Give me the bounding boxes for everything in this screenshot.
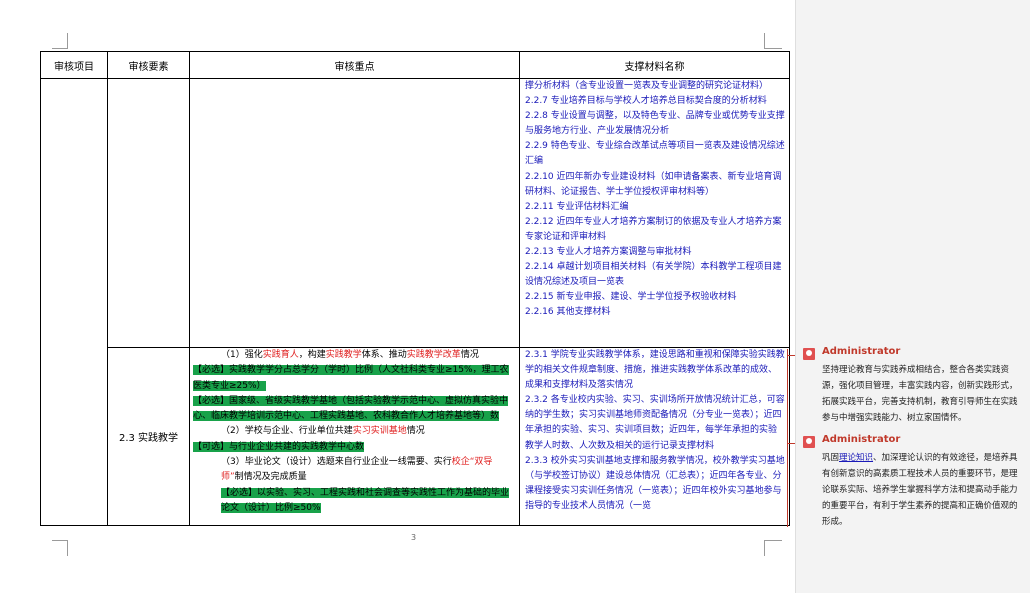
material-item: 2.2.11 专业评估材料汇编: [525, 201, 629, 212]
material-item: 2.3.2 各专业校内实验、实习、实训场所开放情况统计汇总，可容纳的学生数；实习…: [525, 395, 785, 451]
material-item: 2.2.15 新专业申报、建设、学士学位授予权验收材料: [525, 292, 737, 303]
table-row: 撑分析材料（含专业设置一览表及专业调整的研究论证材料） 2.2.7 专业培养目标…: [40, 78, 790, 526]
comment-author: Administrator: [822, 346, 901, 357]
comment-link[interactable]: 理论知识: [839, 453, 873, 463]
header-review-element: 审核要素: [107, 51, 190, 79]
comment-text: 巩固理论知识、加深理论认识的有效途径，是培养具有创新意识的高素质工程技术人员的重…: [822, 453, 1018, 527]
comment-author: Administrator: [822, 434, 901, 445]
material-item: 2.2.13 专业人才培养方案调整与审批材料: [525, 247, 692, 258]
comment-anchor-bar: [787, 349, 788, 527]
review-element-cell: [107, 78, 190, 348]
required-indicator: 【必选】国家级、省级实践教学基地（包括实验教学示范中心、虚拟仿真实验中心、临床教…: [193, 395, 509, 422]
review-focus-cell: （1）强化实践育人，构建实践教学体系、推动实践教学改革情况 【必选】实践教学学分…: [189, 347, 520, 526]
header-review-focus: 审核重点: [189, 51, 520, 79]
user-avatar-icon: [803, 348, 815, 360]
review-item-cell: [40, 78, 108, 526]
document-page: 审核项目 审核要素 审核重点 支撑材料名称 撑分析材料（含专业设置一览表及专业调…: [0, 0, 795, 593]
review-element-cell: 2.3 实践教学: [107, 347, 190, 526]
required-indicator: 【必选】实践教学学分占总学分（学时）比例（人文社科类专业≥15%，理工农医类专业…: [193, 365, 509, 391]
material-item: 2.2.9 特色专业、专业综合改革试点等项目一览表及建设情况综述汇编: [525, 141, 785, 167]
material-item: 2.2.7 专业培养目标与学校人才培养总目标契合度的分析材料: [525, 96, 767, 107]
user-avatar-icon: [803, 436, 815, 448]
table-row: 2.3 实践教学 （1）强化实践育人，构建实践教学体系、推动实践教学改革情况 【…: [41, 347, 790, 526]
material-item: 2.3.3 校外实习实训基地支撑和服务教学情况，校外教学实习基地（与学校签订协议…: [525, 455, 785, 511]
focus-point-1: （1）强化实践育人，构建实践教学体系、推动实践教学改革情况: [221, 350, 479, 360]
material-item: 2.2.8 专业设置与调整，以及特色专业、品牌专业或优势专业支撑与服务地方行业、…: [525, 111, 785, 137]
focus-point-3: （3）毕业论文（设计）选题来自行业企业一线需要、实行校企“双导师”制情况及完成质…: [221, 457, 493, 483]
table-header-row: 审核项目 审核要素 审核重点 支撑材料名称: [40, 51, 790, 79]
material-item: 2.2.16 其他支撑材料: [525, 307, 611, 318]
comment-text: 坚持理论教育与实践养成相结合，整合各类实践资源，强化项目管理，丰富实践内容，创新…: [822, 365, 1018, 423]
focus-point-2: （2）学校与企业、行业单位共建实习实训基地情况: [221, 426, 425, 437]
header-review-item: 审核项目: [40, 51, 108, 79]
comment-balloon[interactable]: Administrator 坚持理论教育与实践养成相结合，整合各类实践资源，强化…: [803, 346, 1025, 428]
material-item: 2.2.10 近四年新办专业建设材料（如申请备案表、新专业培育调研材料、论证报告…: [525, 171, 782, 197]
required-indicator: 【必选】以实验、实习、工程实践和社会调查等实践性工作为基础的毕业论文（设计）比例…: [221, 487, 510, 513]
comment-balloon[interactable]: Administrator 巩固理论知识、加深理论认识的有效途径，是培养具有创新…: [803, 434, 1025, 527]
optional-indicator: 【可选】与行业企业共建的实践教学中心数: [193, 441, 365, 452]
header-support-materials: 支撑材料名称: [519, 51, 790, 79]
material-item: 2.3.1 学院专业实践教学体系，建设思路和重视和保障实验实践教学的相关文件规章…: [525, 350, 785, 391]
material-item: 撑分析材料（含专业设置一览表及专业调整的研究论证材料）: [525, 81, 769, 91]
materials-cell: 撑分析材料（含专业设置一览表及专业调整的研究论证材料） 2.2.7 专业培养目标…: [519, 78, 790, 348]
materials-cell: 2.3.1 学院专业实践教学体系，建设思路和重视和保障实验实践教学的相关文件规章…: [519, 347, 790, 526]
material-item: 2.2.14 卓越计划项目相关材料（有关学院）本科教学工程项目建设情况综述及项目…: [525, 262, 782, 288]
review-focus-cell: [189, 78, 520, 348]
page-number: 3: [411, 533, 417, 542]
material-item: 2.2.12 近四年专业人才培养方案制订的依据及专业人才培养方案专家论证和评审材…: [525, 216, 782, 242]
review-table: 审核项目 审核要素 审核重点 支撑材料名称 撑分析材料（含专业设置一览表及专业调…: [40, 51, 790, 526]
